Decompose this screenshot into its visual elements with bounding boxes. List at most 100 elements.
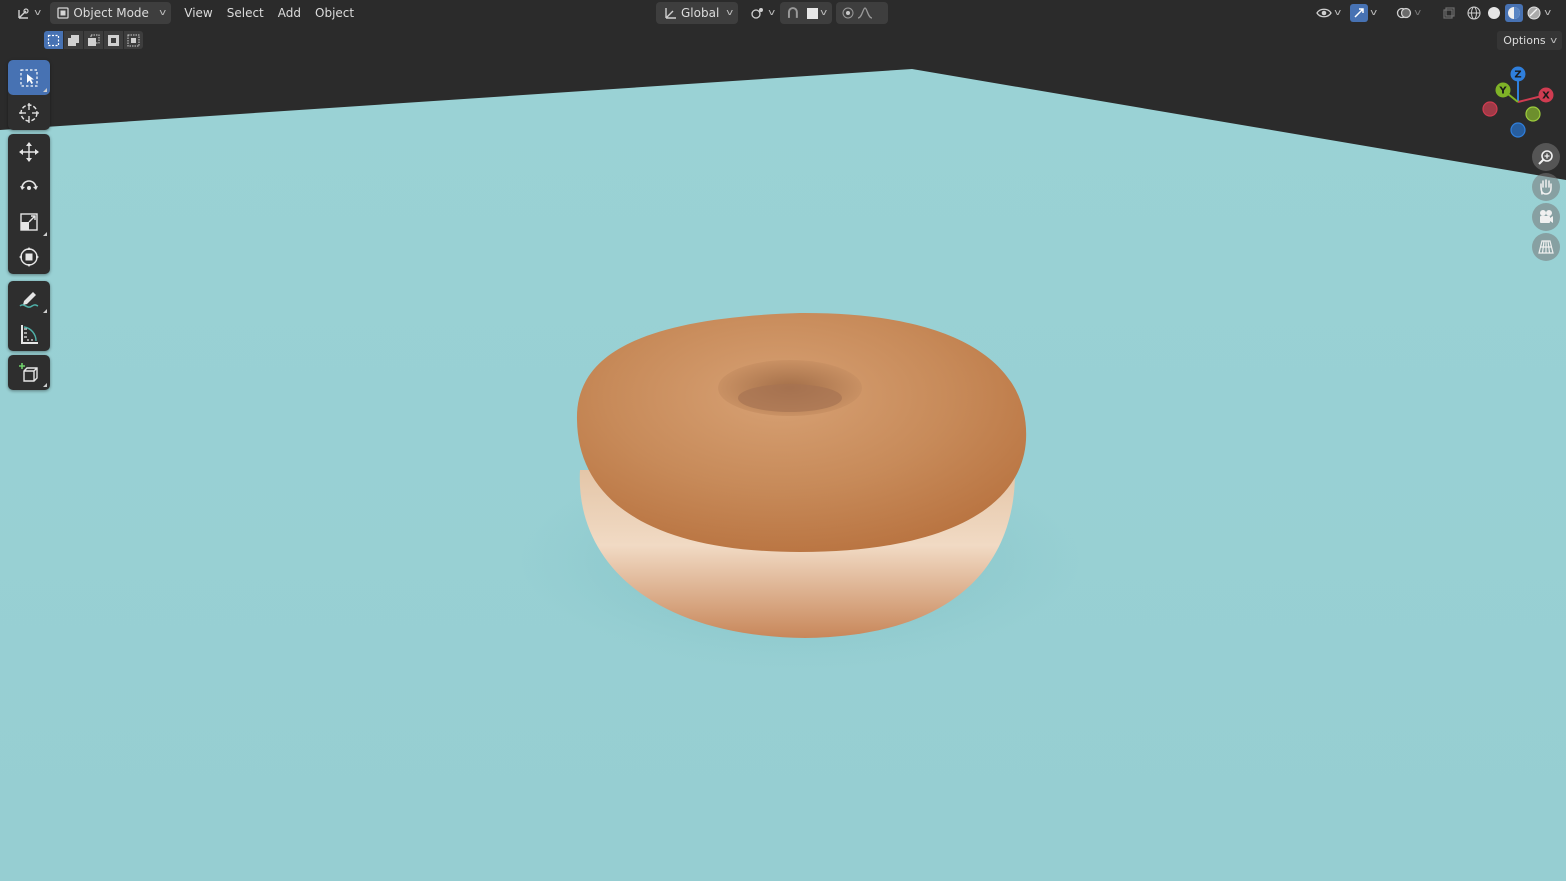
select-difference-icon (108, 34, 119, 46)
mode-label: Object Mode (73, 6, 149, 20)
overlays-button[interactable]: v (1390, 2, 1426, 24)
rendered-shading-icon[interactable] (1525, 4, 1543, 22)
3d-viewport[interactable]: v Object Mode v View Select Add Object G… (0, 0, 1566, 881)
proportional-editing-button[interactable] (836, 2, 888, 24)
pivot-point-button[interactable]: v (744, 2, 780, 24)
chevron-down-icon: v (725, 8, 733, 18)
solid-shading-icon[interactable] (1485, 4, 1503, 22)
tool-options-indicator (43, 383, 47, 387)
menu-object[interactable]: Object (308, 2, 361, 24)
scale-icon (20, 212, 38, 231)
visibility-button[interactable]: v (1310, 2, 1346, 24)
tool-cursor[interactable] (8, 95, 50, 130)
camera-icon (1540, 210, 1553, 223)
gizmo-toggle-button[interactable]: v (1344, 2, 1382, 24)
select-new-icon (47, 34, 60, 46)
menu-select[interactable]: Select (220, 2, 271, 24)
tool-group-transform (8, 134, 50, 274)
chevron-down-icon: v (819, 8, 827, 18)
zoom-button[interactable] (1532, 143, 1560, 171)
select-subtract-mode[interactable] (84, 31, 103, 49)
orientation-label: Global (681, 6, 720, 20)
select-intersect-icon (127, 34, 140, 46)
material-shading-icon[interactable] (1505, 4, 1523, 22)
gizmo-z-label: Z (1514, 70, 1521, 81)
options-label: Options (1503, 34, 1546, 47)
tool-move[interactable] (8, 134, 50, 169)
xray-toggle[interactable] (1436, 2, 1462, 24)
move-icon (19, 141, 39, 162)
annotate-pencil-icon (19, 291, 39, 308)
gizmo-neg-z-axis[interactable] (1510, 122, 1526, 138)
chevron-down-icon: v (34, 8, 42, 18)
select-difference-mode[interactable] (104, 31, 123, 49)
gizmo-neg-x-axis[interactable] (1482, 101, 1498, 117)
tool-annotate[interactable] (8, 281, 50, 316)
editor-type-button[interactable]: v (10, 2, 46, 24)
tool-select-box[interactable] (8, 60, 50, 95)
mode-selector[interactable]: Object Mode v (50, 2, 172, 24)
shading-modes: v (1462, 2, 1553, 24)
zoom-magnifier-icon (1538, 150, 1553, 165)
pan-button[interactable] (1532, 173, 1560, 201)
orientation-axes-icon (665, 8, 676, 19)
select-extend-mode[interactable] (64, 31, 83, 49)
axes-editor-icon (18, 8, 29, 19)
chevron-down-icon: v (1414, 8, 1422, 18)
rotate-icon (20, 179, 38, 190)
chevron-down-icon: v (159, 8, 167, 18)
scene-render (0, 0, 1566, 881)
tool-add-cube[interactable] (8, 355, 50, 390)
tool-measure[interactable] (8, 316, 50, 351)
gizmo-x-label: X (1542, 91, 1550, 102)
perspective-toggle-button[interactable] (1532, 233, 1560, 261)
grid-perspective-icon (1538, 240, 1554, 254)
object-mode-icon (57, 7, 69, 19)
select-intersect-mode[interactable] (124, 31, 143, 49)
viewport-header: v Object Mode v View Select Add Object G… (0, 0, 1566, 26)
donut-mesh (576, 312, 1027, 638)
magnet-icon (787, 7, 798, 18)
menu-add[interactable]: Add (271, 2, 308, 24)
snap-target-icon (806, 7, 818, 19)
tool-options-indicator (43, 88, 47, 92)
transform-orientation-dropdown[interactable]: Global v (656, 2, 738, 24)
tool-options-indicator (43, 309, 47, 313)
chevron-down-icon: v (1549, 35, 1557, 46)
overlays-icon (1396, 7, 1412, 19)
chevron-down-icon: v (1370, 8, 1378, 18)
measure-ruler-icon (21, 324, 38, 344)
menu-view[interactable]: View (177, 2, 219, 24)
tool-group-add (8, 355, 50, 390)
camera-view-button[interactable] (1532, 203, 1560, 231)
select-new-mode[interactable] (44, 31, 63, 49)
select-extend-icon (68, 34, 79, 46)
proportional-editing-icon (842, 7, 854, 19)
gizmo-y-label: Y (1498, 86, 1507, 97)
xray-icon (1443, 7, 1455, 19)
options-dropdown[interactable]: Options v (1497, 31, 1562, 50)
tool-group-annotate (8, 281, 50, 351)
wireframe-shading-icon[interactable] (1465, 4, 1483, 22)
select-box-icon (20, 68, 38, 87)
pivot-icon (751, 8, 763, 19)
snap-button[interactable]: v (780, 2, 832, 24)
tool-rotate[interactable] (8, 169, 50, 204)
gizmo-icon (1350, 4, 1368, 22)
tool-options-indicator (43, 232, 47, 236)
chevron-down-icon[interactable]: v (1544, 8, 1551, 18)
navigation-gizmo[interactable]: Z X Y (1476, 62, 1560, 146)
select-subtract-icon (88, 34, 100, 46)
eye-icon (1316, 8, 1332, 18)
transform-icon (19, 246, 39, 267)
hand-pan-icon (1540, 179, 1552, 195)
add-cube-icon (19, 362, 38, 382)
tool-transform[interactable] (8, 239, 50, 274)
cursor-icon (19, 102, 39, 123)
tool-scale[interactable] (8, 204, 50, 239)
falloff-curve-icon (857, 7, 873, 19)
chevron-down-icon: v (768, 8, 776, 18)
gizmo-neg-y-axis[interactable] (1525, 106, 1541, 122)
tool-group-select (8, 60, 50, 130)
chevron-down-icon: v (1334, 8, 1342, 18)
